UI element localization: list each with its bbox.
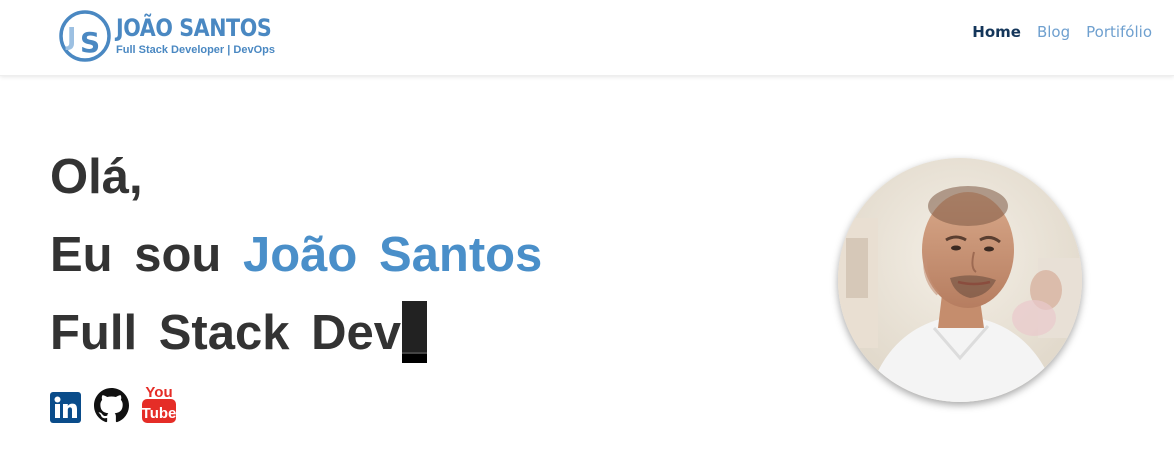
hero-intro-prefix: Eu sou: [50, 228, 222, 282]
svg-text:S: S: [80, 26, 100, 59]
linkedin-link[interactable]: [50, 392, 81, 428]
typing-cursor: [401, 301, 427, 363]
brand-logo-link[interactable]: J S JOÃO SANTOS Full Stack Developer | D…: [58, 10, 297, 62]
profile-photo: [838, 158, 1082, 402]
youtube-wordmark-bottom: Tube: [142, 405, 176, 422]
svg-text:J: J: [65, 22, 76, 51]
nav-home[interactable]: Home: [972, 22, 1021, 42]
hero-role-typed: Full Stack Dev: [50, 306, 401, 360]
site-header: J S JOÃO SANTOS Full Stack Developer | D…: [0, 0, 1174, 76]
main-nav: Home Blog Portifólio: [972, 22, 1152, 42]
brand-tagline: Full Stack Developer | DevOps: [116, 44, 275, 56]
hero-role: Full Stack Dev: [50, 294, 542, 372]
hero-greeting: Olá,: [50, 150, 143, 204]
hero-intro: Eu sou João Santos: [50, 216, 542, 294]
hero-name: João Santos: [242, 228, 543, 282]
hero-section: Olá, Eu sou João Santos Full Stack Dev: [50, 138, 542, 372]
youtube-link[interactable]: You Tube: [142, 382, 176, 428]
social-links: You Tube: [50, 382, 176, 428]
brand-name: JOÃO SANTOS: [116, 14, 272, 42]
linkedin-icon: [50, 392, 81, 423]
nav-blog[interactable]: Blog: [1037, 22, 1070, 42]
nav-portfolio[interactable]: Portifólio: [1086, 22, 1152, 42]
github-link[interactable]: [94, 388, 129, 428]
youtube-wordmark-top: You: [145, 384, 172, 401]
js-logo-icon: J S: [59, 10, 111, 62]
github-icon: [94, 388, 129, 423]
youtube-icon: You Tube: [142, 384, 176, 423]
